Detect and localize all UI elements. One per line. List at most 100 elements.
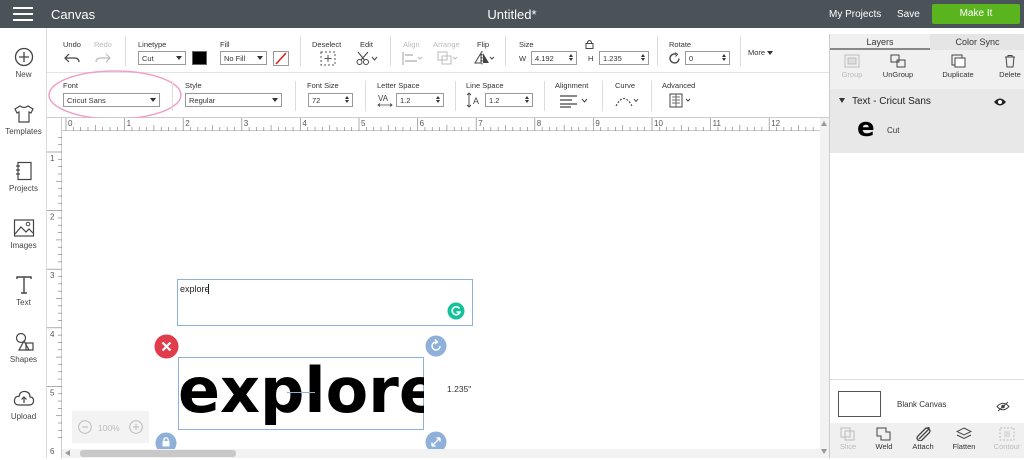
scroll-left-arrow-icon[interactable]: [65, 450, 70, 456]
fill-select[interactable]: No Fill: [220, 51, 267, 65]
redo-icon[interactable]: [95, 52, 111, 64]
trash-icon: [1005, 55, 1015, 68]
save-link[interactable]: Save: [897, 9, 920, 20]
sidebar-item-images[interactable]: Images: [0, 218, 47, 250]
height-input[interactable]: 1.235: [599, 51, 649, 65]
deselect-icon[interactable]: [320, 51, 336, 66]
horizontal-scrollbar[interactable]: [62, 449, 820, 458]
resize-handle-icon[interactable]: [425, 431, 447, 449]
design-canvas[interactable]: explore explore 1.235" 100%: [62, 131, 820, 449]
rotate-input[interactable]: 0: [685, 51, 730, 65]
text-object[interactable]: explore: [178, 351, 424, 431]
curve-icon[interactable]: [615, 94, 639, 108]
linetype-select[interactable]: Cut: [138, 51, 186, 65]
font-value: Cricut Sans: [67, 96, 106, 105]
font-select[interactable]: Cricut Sans: [63, 93, 160, 107]
curve-label: Curve: [615, 81, 636, 90]
sidebar-item-shapes[interactable]: Shapes: [0, 332, 47, 364]
ruler-tick-label: 3: [244, 119, 249, 128]
contour-button[interactable]: Contour: [987, 427, 1024, 451]
attach-button[interactable]: Attach: [903, 427, 943, 451]
blank-canvas-swatch[interactable]: [838, 391, 881, 417]
more-label: More: [748, 48, 766, 57]
font-label: Font: [63, 81, 79, 90]
sidebar-item-label: Projects: [9, 184, 38, 193]
style-select[interactable]: Regular: [185, 93, 282, 107]
ruler-tick-label: 11: [713, 119, 722, 128]
collapse-chevron-icon[interactable]: [839, 98, 845, 103]
sidebar-item-label: Shapes: [9, 355, 38, 364]
deselect-label: Deselect: [312, 40, 342, 49]
ruler-tick-label: 1: [127, 119, 132, 128]
layer-thumbnail: e: [857, 113, 875, 143]
tab-layers[interactable]: Layers: [830, 34, 930, 50]
rotate-label: Rotate: [669, 40, 692, 49]
lock-handle-icon[interactable]: [155, 432, 177, 449]
letter-space-input[interactable]: 1.2: [396, 93, 444, 107]
sidebar-item-projects[interactable]: Projects: [0, 161, 47, 193]
horizontal-ruler-ticks: 012345678910111213: [65, 118, 839, 131]
advanced-icon[interactable]: [669, 93, 693, 108]
no-fill-swatch-icon[interactable]: [273, 51, 289, 66]
scroll-up-arrow-icon[interactable]: [821, 121, 827, 126]
arrange-icon[interactable]: [437, 51, 459, 66]
text-align-icon[interactable]: [559, 94, 589, 108]
sidebar-item-upload[interactable]: Upload: [0, 389, 47, 421]
delete-button[interactable]: Delete: [990, 54, 1024, 79]
flatten-label: Flatten: [952, 442, 976, 451]
layer-group-row[interactable]: Text - Cricut Sans e Cut: [830, 89, 1024, 153]
blank-canvas-row[interactable]: Blank Canvas: [830, 379, 1024, 423]
vertical-ruler: 1 2 3 4 5 6: [47, 118, 62, 458]
svg-text:A: A: [473, 96, 479, 106]
sidebar-item-label: Upload: [10, 412, 37, 421]
text-input-value: explore: [180, 284, 210, 294]
shapes-icon: [15, 332, 34, 351]
edit-scissors-icon[interactable]: [356, 51, 378, 66]
flatten-button[interactable]: Flatten: [944, 427, 984, 451]
ruler-tick-label: 3: [50, 271, 55, 280]
vertical-ruler-ticks: 1 2 3 4 5 6: [47, 137, 62, 456]
lock-aspect-icon[interactable]: [585, 39, 594, 49]
paperclip-icon: [916, 427, 931, 441]
scroll-down-arrow-icon[interactable]: [821, 449, 827, 454]
slice-button[interactable]: Slice: [828, 427, 868, 451]
line-space-input[interactable]: 1.2: [485, 93, 533, 107]
group-button[interactable]: Group: [832, 54, 872, 79]
align-icon[interactable]: [401, 51, 423, 66]
image-icon: [13, 219, 34, 237]
sidebar-item-templates[interactable]: Templates: [0, 104, 47, 136]
arrange-label: Arrange: [433, 40, 460, 49]
ungroup-icon: [890, 54, 906, 68]
grammarly-icon[interactable]: [447, 302, 465, 320]
text-input-box[interactable]: explore: [177, 279, 473, 326]
width-input[interactable]: 4.192: [531, 51, 577, 65]
eye-icon[interactable]: [993, 97, 1007, 107]
style-value: Regular: [189, 96, 216, 105]
linetype-color-swatch[interactable]: [192, 51, 207, 65]
line-space-value: 1.2: [489, 96, 500, 105]
layer-item-label: Cut: [887, 126, 900, 135]
ungroup-button[interactable]: UnGroup: [878, 54, 918, 79]
contour-icon: [999, 427, 1015, 441]
my-projects-link[interactable]: My Projects: [829, 9, 881, 20]
flip-icon[interactable]: [473, 51, 495, 66]
sidebar-item-new[interactable]: New: [0, 47, 47, 79]
rotate-handle-icon[interactable]: [425, 335, 447, 357]
eye-hidden-icon[interactable]: [996, 401, 1010, 412]
duplicate-button[interactable]: Duplicate: [938, 54, 978, 79]
font-size-value: 72: [312, 96, 321, 105]
weld-button[interactable]: Weld: [864, 427, 904, 451]
zoom-in-icon[interactable]: [129, 420, 143, 434]
tab-color-sync[interactable]: Color Sync: [930, 34, 1024, 50]
font-size-input[interactable]: 72: [308, 93, 353, 107]
undo-icon[interactable]: [64, 52, 80, 64]
make-it-button[interactable]: Make It: [932, 4, 1020, 24]
vertical-scrollbar[interactable]: [820, 118, 829, 458]
delete-handle-icon[interactable]: [154, 334, 179, 359]
rotate-icon: [669, 52, 680, 64]
sidebar-item-text[interactable]: Text: [0, 275, 47, 307]
horizontal-scroll-thumb[interactable]: [80, 450, 236, 457]
zoom-out-icon[interactable]: [78, 420, 92, 434]
shirt-icon: [13, 105, 34, 123]
more-dropdown[interactable]: More: [748, 48, 774, 57]
